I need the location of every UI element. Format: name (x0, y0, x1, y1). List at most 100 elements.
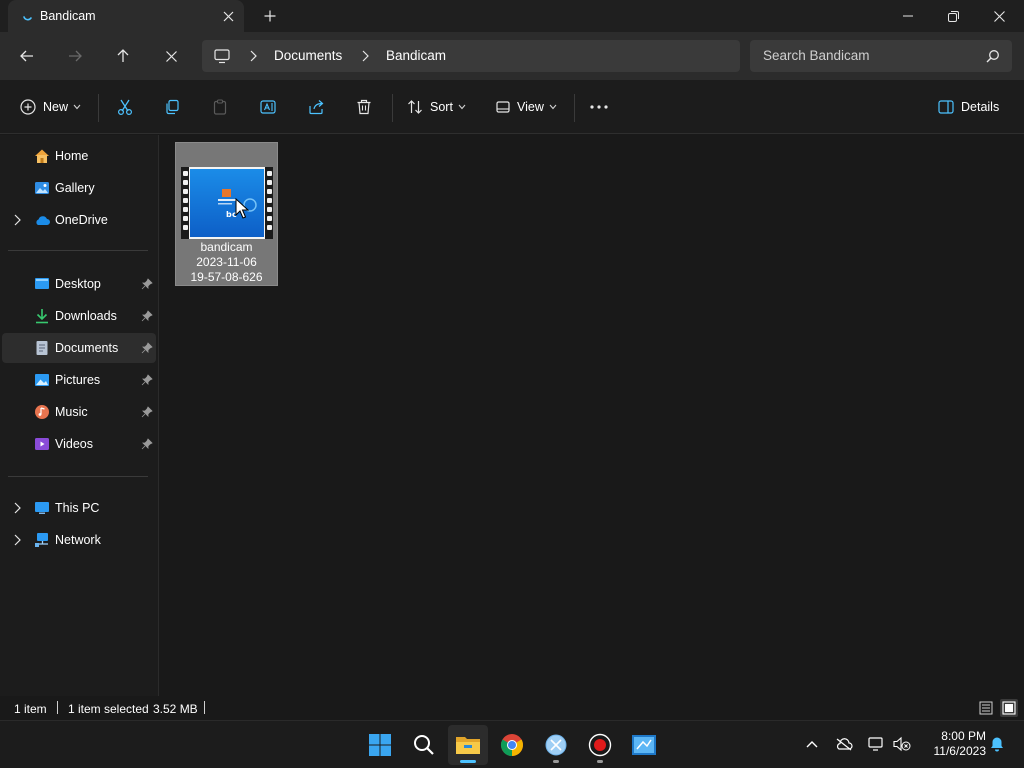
snipping-tool-icon (545, 734, 567, 756)
tab-bandicam[interactable]: Bandicam (8, 0, 244, 32)
filmstrip-right (265, 167, 273, 239)
start-button[interactable] (360, 725, 400, 765)
chevron-right-icon[interactable] (12, 214, 22, 226)
home-icon (35, 149, 49, 163)
trash-icon (357, 99, 371, 115)
video-thumbnail: b c (181, 167, 273, 239)
tab-close-button[interactable] (220, 8, 236, 24)
chevron-right-icon[interactable] (12, 534, 22, 546)
delete-button[interactable] (356, 95, 372, 119)
sidebar-item-gallery[interactable]: Gallery (2, 173, 156, 203)
up-button[interactable] (111, 44, 135, 68)
chevron-right-icon (250, 50, 257, 62)
close-window-button[interactable] (976, 0, 1022, 32)
sidebar-item-pictures[interactable]: Pictures (2, 365, 156, 395)
minimize-icon (903, 15, 913, 17)
paste-button[interactable] (212, 95, 228, 119)
back-button[interactable] (15, 44, 39, 68)
running-indicator (597, 760, 603, 763)
pin-icon[interactable] (141, 438, 153, 450)
stop-loading-button[interactable] (159, 44, 183, 68)
minimize-button[interactable] (885, 0, 931, 32)
sidebar-item-label: Documents (55, 341, 119, 355)
view-icon (496, 101, 510, 113)
sidebar-item-home[interactable]: Home (2, 141, 156, 171)
rename-icon (260, 100, 276, 114)
sidebar-item-network[interactable]: Network (2, 525, 156, 555)
chevron-down-icon (458, 104, 466, 110)
filmstrip-left (181, 167, 189, 239)
tiles-view-icon (1002, 701, 1016, 715)
active-indicator (460, 760, 476, 763)
large-icons-view-button[interactable] (1000, 699, 1018, 717)
onedrive-icon (36, 216, 50, 225)
close-icon (223, 11, 233, 21)
pin-icon[interactable] (141, 374, 153, 386)
music-icon (35, 405, 49, 419)
see-more-button[interactable] (590, 95, 608, 119)
view-button[interactable]: View (496, 95, 557, 119)
sidebar-item-videos[interactable]: Videos (2, 429, 156, 459)
pin-icon[interactable] (141, 310, 153, 322)
chrome-icon (501, 734, 523, 756)
chevron-down-icon (549, 104, 557, 110)
copy-icon (166, 99, 179, 115)
pin-icon[interactable] (141, 406, 153, 418)
taskbar-chrome[interactable] (492, 725, 532, 765)
pin-icon[interactable] (141, 278, 153, 290)
cut-button[interactable] (116, 95, 134, 119)
network-status-icon (868, 737, 883, 751)
file-name-line: 2023-11-06 (196, 255, 257, 269)
taskbar-snipping-tool[interactable] (536, 725, 576, 765)
rename-button[interactable] (260, 95, 278, 119)
sidebar-item-downloads[interactable]: Downloads (2, 301, 156, 331)
taskbar-bandicam[interactable] (580, 725, 620, 765)
new-tab-button[interactable] (262, 8, 278, 24)
notifications-button[interactable] (988, 735, 1006, 753)
sort-button[interactable]: Sort (407, 95, 466, 119)
monitor-icon (214, 49, 230, 64)
more-icon (590, 105, 608, 109)
onedrive-offline-icon (836, 738, 853, 751)
sidebar-item-this-pc[interactable]: This PC (2, 493, 156, 523)
volume-tray-button[interactable] (893, 735, 911, 753)
chevron-right-icon[interactable] (12, 502, 22, 514)
tab-title: Bandicam (40, 9, 96, 23)
selection-size: 3.52 MB (153, 702, 198, 716)
address-bar[interactable]: Documents Bandicam (202, 40, 740, 72)
file-item-bandicam[interactable]: b c bandicam 2023-11-06 19-57-08-626 (175, 142, 278, 286)
sidebar-item-onedrive[interactable]: OneDrive (2, 205, 156, 235)
network-tray-button[interactable] (867, 735, 885, 753)
sidebar-item-documents[interactable]: Documents (2, 333, 156, 363)
breadcrumb-bandicam[interactable]: Bandicam (386, 48, 446, 63)
search-input[interactable]: Search Bandicam (750, 40, 1012, 72)
restore-button[interactable] (930, 0, 976, 32)
forward-button[interactable] (63, 44, 87, 68)
record-icon (588, 733, 612, 757)
taskbar-file-explorer[interactable] (448, 725, 488, 765)
list-view-icon (979, 701, 993, 715)
new-button[interactable]: New (20, 95, 81, 119)
pin-icon[interactable] (141, 342, 153, 354)
file-name-line: bandicam (200, 240, 253, 254)
view-label: View (517, 100, 544, 114)
sidebar-item-label: Desktop (55, 277, 101, 291)
restore-icon (947, 10, 959, 22)
details-view-button[interactable] (977, 699, 995, 717)
file-list[interactable]: b c bandicam 2023-11-06 19-57-08-626 (159, 135, 1024, 696)
clock[interactable]: 8:00 PM 11/6/2023 (920, 729, 987, 759)
show-hidden-icons-button[interactable] (803, 735, 821, 753)
copy-button[interactable] (164, 95, 180, 119)
breadcrumb-documents[interactable]: Documents (274, 48, 342, 63)
onedrive-tray-button[interactable] (835, 735, 853, 753)
share-button[interactable] (308, 95, 325, 119)
taskbar-remote-desktop[interactable] (624, 725, 664, 765)
details-pane-button[interactable]: Details (938, 95, 999, 119)
sidebar-item-desktop[interactable]: Desktop (2, 269, 156, 299)
plus-icon (264, 10, 276, 22)
search-placeholder: Search Bandicam (763, 48, 870, 63)
taskbar-search-button[interactable] (404, 725, 444, 765)
status-bar: 1 item 1 item selected 3.52 MB (0, 696, 1024, 720)
this-pc-icon (35, 502, 49, 514)
sidebar-item-music[interactable]: Music (2, 397, 156, 427)
